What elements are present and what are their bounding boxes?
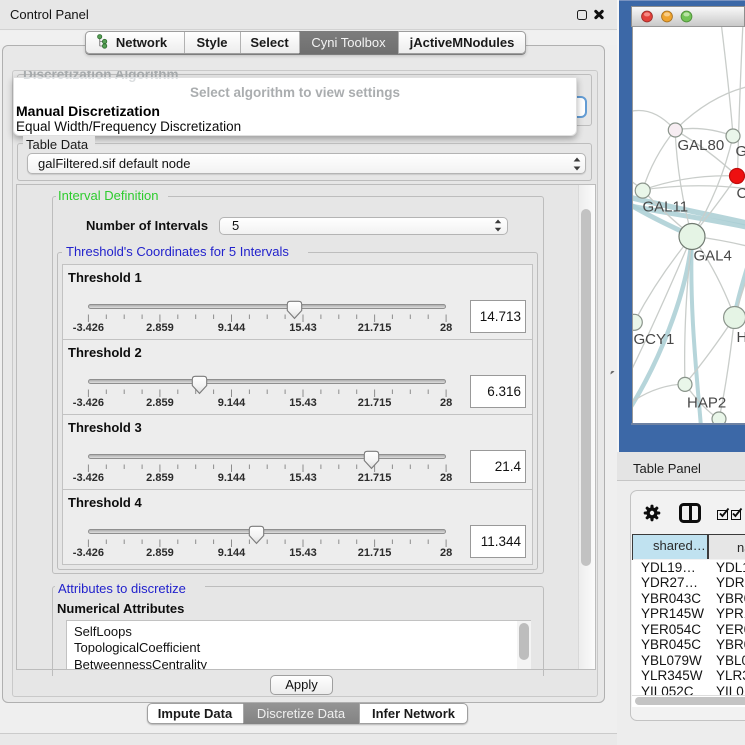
- svg-text:GA: GA: [736, 143, 745, 160]
- svg-text:H: H: [737, 329, 745, 346]
- svg-text:HAP2: HAP2: [687, 395, 726, 412]
- svg-text:GAL4: GAL4: [694, 248, 732, 265]
- svg-text:CY: CY: [737, 185, 745, 202]
- svg-text:GCY1: GCY1: [634, 331, 675, 348]
- svg-text:GAL11: GAL11: [643, 199, 689, 216]
- svg-text:GAL80: GAL80: [678, 137, 725, 154]
